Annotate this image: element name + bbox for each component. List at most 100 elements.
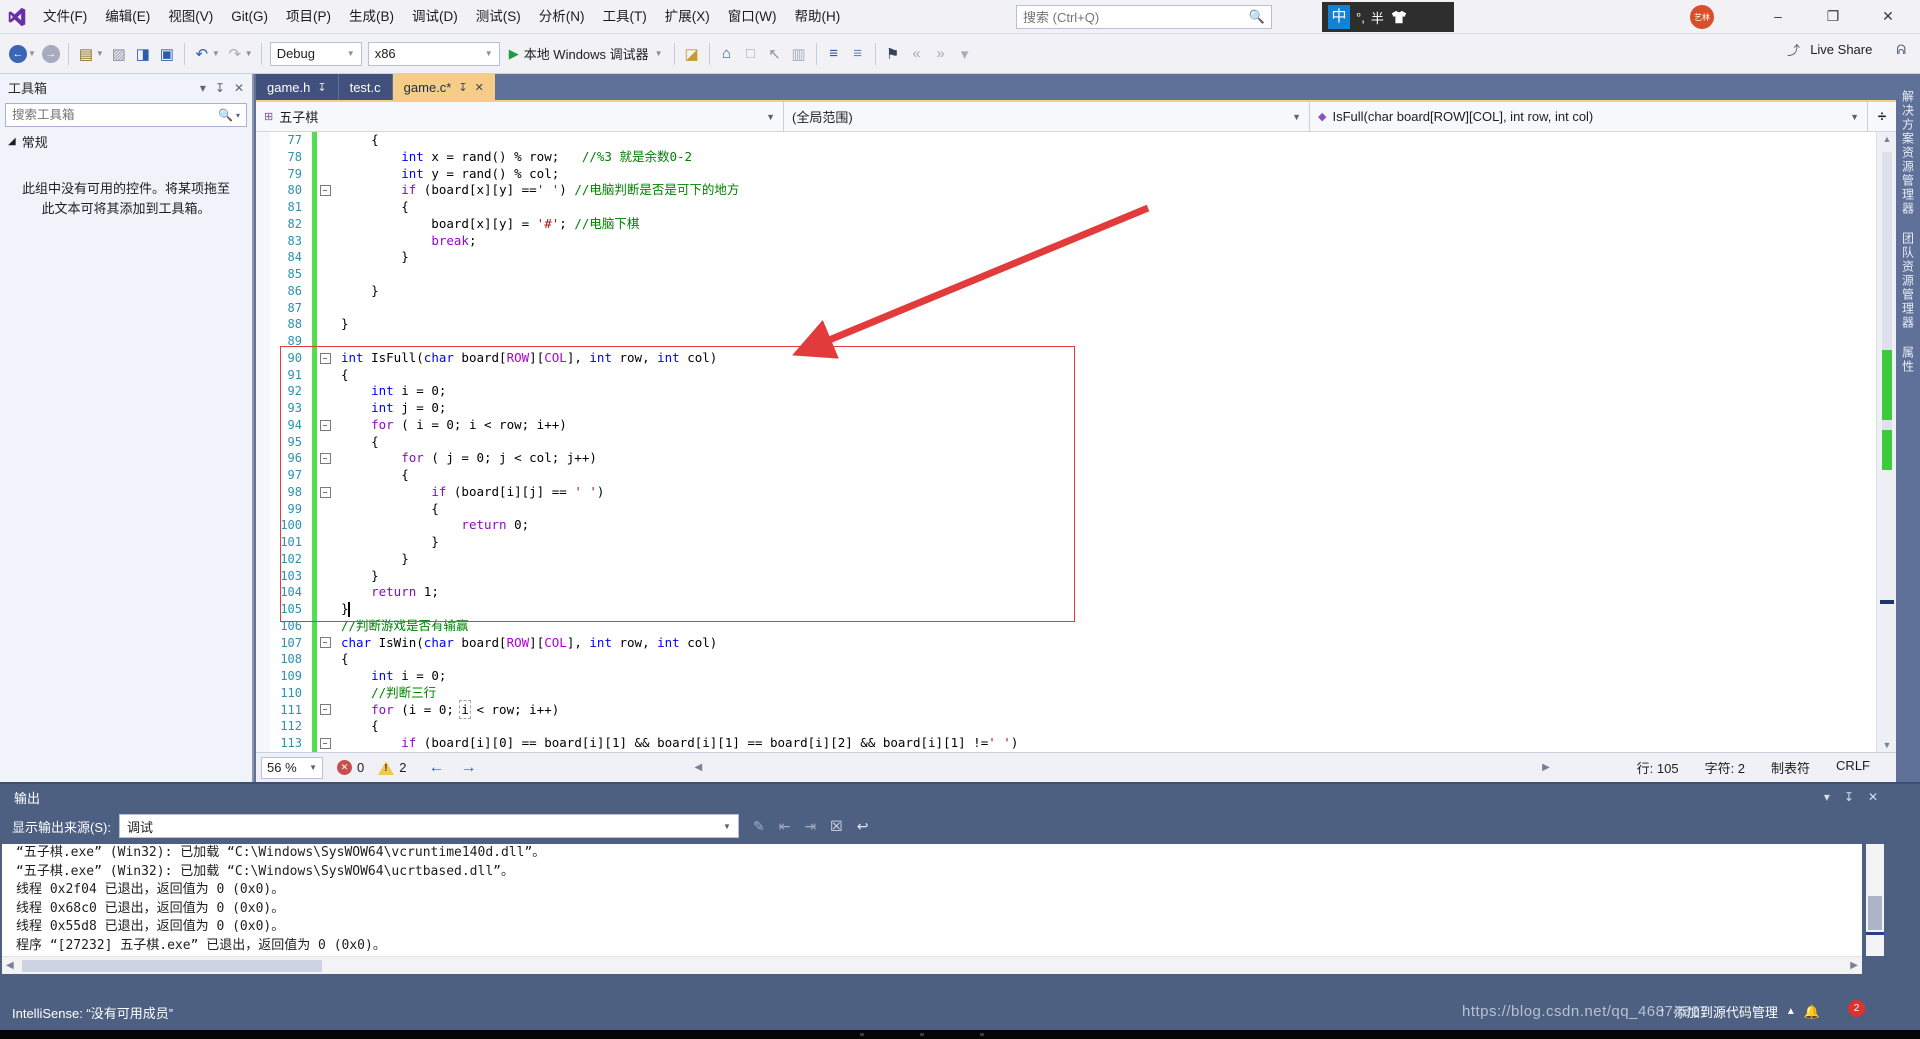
breakpoint-margin[interactable] <box>256 400 270 417</box>
breakpoint-margin[interactable] <box>256 534 270 551</box>
scrollbar-thumb[interactable] <box>22 960 322 972</box>
breakpoint-margin[interactable] <box>256 333 270 350</box>
menu-item-8[interactable]: 分析(N) <box>530 0 594 33</box>
save-all-icon[interactable]: ▣ <box>158 45 176 63</box>
breakpoint-margin[interactable] <box>256 735 270 752</box>
breakpoint-margin[interactable] <box>256 282 270 300</box>
fold-margin[interactable] <box>317 300 333 317</box>
output-close-icon[interactable]: ✕ <box>1868 790 1878 804</box>
fold-margin[interactable]: − <box>317 182 333 199</box>
platform-dropdown[interactable]: x86 ▼ <box>367 41 500 66</box>
user-avatar[interactable]: 艺林 <box>1690 5 1714 29</box>
fold-margin[interactable] <box>317 568 333 585</box>
split-editor-button[interactable]: ÷ <box>1868 102 1896 131</box>
breakpoint-margin[interactable] <box>256 366 270 384</box>
code-line-89[interactable]: 89 <box>256 333 1876 350</box>
fold-margin[interactable]: − <box>317 417 333 434</box>
code-line-85[interactable]: 85 <box>256 266 1876 283</box>
breakpoint-margin[interactable] <box>256 232 270 250</box>
code-line-111[interactable]: 111 − for (i = 0; i < row; i++) <box>256 699 1876 719</box>
member-dropdown[interactable]: ◆ IsFull(char board[ROW][COL], int row, … <box>1310 102 1868 131</box>
next-bookmark-icon[interactable]: » <box>932 45 950 62</box>
fold-margin[interactable] <box>317 434 333 451</box>
new-project-icon[interactable]: ▤ ▼ <box>77 45 104 63</box>
fold-margin[interactable] <box>317 685 333 702</box>
fold-margin[interactable] <box>317 584 333 601</box>
menu-item-3[interactable]: Git(G) <box>222 0 277 33</box>
fold-margin[interactable] <box>317 166 333 183</box>
fold-margin[interactable] <box>317 216 333 233</box>
breakpoint-margin[interactable] <box>256 567 270 585</box>
code-line-88[interactable]: 88} <box>256 316 1876 333</box>
tabs-indicator[interactable]: 制表符 <box>1771 758 1810 777</box>
code-line-102[interactable]: 102 } <box>256 550 1876 568</box>
fold-margin[interactable] <box>317 534 333 551</box>
breakpoint-margin[interactable] <box>256 617 270 635</box>
toolbox-pin-icon[interactable]: ↧ <box>215 81 225 95</box>
breakpoint-margin[interactable] <box>256 433 270 451</box>
breakpoint-margin[interactable] <box>256 651 270 668</box>
code-line-81[interactable]: 81 { <box>256 199 1876 216</box>
output-pin-icon[interactable]: ↧ <box>1844 790 1854 804</box>
toolbox-search-box[interactable]: 🔍▾ <box>5 103 247 127</box>
fold-margin[interactable]: − <box>317 735 333 752</box>
hscroll-right-icon[interactable]: ▶ <box>1850 960 1858 971</box>
breakpoint-margin[interactable] <box>256 718 270 735</box>
output-log[interactable]: “五子棋.exe” (Win32): 已加载 “C:\Windows\SysWO… <box>2 844 1862 956</box>
output-vertical-scrollbar[interactable] <box>1866 844 1884 956</box>
pin-icon[interactable]: ↧ <box>317 81 326 94</box>
hscroll-left-icon[interactable]: ◀ <box>694 762 702 773</box>
close-tab-icon[interactable]: ✕ <box>475 81 484 94</box>
notification-bell-icon[interactable]: 🔔 <box>1804 1004 1820 1020</box>
bookmark-more-icon[interactable]: ▾ <box>956 45 974 63</box>
fold-margin[interactable] <box>317 333 333 350</box>
output-source-dropdown[interactable]: 调试 ▼ <box>118 814 739 838</box>
output-horizontal-scrollbar[interactable]: ◀ ▶ <box>2 956 1862 974</box>
breakpoint-margin[interactable] <box>256 215 270 233</box>
breakpoint-margin[interactable] <box>256 266 270 283</box>
fold-margin[interactable]: − <box>317 484 333 501</box>
code-line-96[interactable]: 96 − for ( j = 0; j < col; j++) <box>256 450 1876 467</box>
fold-margin[interactable]: − <box>317 635 333 652</box>
undo-icon[interactable]: ↶ ▼ <box>193 45 220 63</box>
breakpoint-margin[interactable] <box>256 550 270 568</box>
navigate-forward-icon[interactable]: → <box>460 759 476 777</box>
toolbox-menu-chevron-icon[interactable]: ▾ <box>200 81 206 95</box>
project-dropdown[interactable]: ⊞ 五子棋 ▼ <box>256 102 784 131</box>
tool-tab-0[interactable]: 解决方案资源管理器 <box>1900 90 1917 216</box>
breakpoint-margin[interactable] <box>256 383 270 400</box>
fold-margin[interactable] <box>317 467 333 484</box>
code-line-83[interactable]: 83 break; <box>256 232 1876 250</box>
code-line-103[interactable]: 103 } <box>256 567 1876 585</box>
paste-icon[interactable]: ▥ <box>790 45 808 63</box>
warning-count[interactable]: 2 <box>399 760 406 775</box>
fold-margin[interactable] <box>317 266 333 283</box>
add-item-icon[interactable]: ▨ <box>110 45 128 63</box>
menu-item-9[interactable]: 工具(T) <box>594 0 656 33</box>
quick-search-input[interactable] <box>1023 9 1249 25</box>
breakpoint-margin[interactable] <box>256 701 270 719</box>
nav-forward-icon[interactable]: → <box>41 44 60 63</box>
fold-margin[interactable] <box>317 551 333 568</box>
eol-indicator[interactable]: CRLF <box>1836 758 1870 777</box>
code-line-110[interactable]: 110 //判断三行 <box>256 684 1876 702</box>
redo-icon[interactable]: ↷ ▼ <box>226 45 252 63</box>
folder-search-icon[interactable]: ◪ <box>683 45 701 63</box>
fold-margin[interactable] <box>317 517 333 534</box>
menu-item-5[interactable]: 生成(B) <box>340 0 403 33</box>
indent-out-icon[interactable]: ≡ <box>825 45 843 62</box>
toolbox-search-dropdown-icon[interactable]: ▾ <box>236 111 240 120</box>
collapse-icon[interactable]: − <box>319 419 331 431</box>
code-line-108[interactable]: 108 { <box>256 651 1876 668</box>
code-line-90[interactable]: 90 − int IsFull(char board[ROW][COL], int … <box>256 349 1876 367</box>
code-line-99[interactable]: 99 { <box>256 500 1876 518</box>
breakpoint-margin[interactable] <box>256 517 270 534</box>
breakpoint-margin[interactable] <box>256 601 270 618</box>
live-share-label[interactable]: Live Share <box>1810 42 1872 57</box>
code-line-98[interactable]: 98 − if (board[i][j] == ' ') <box>256 483 1876 501</box>
line-indicator[interactable]: 行: 105 <box>1637 758 1679 777</box>
output-menu-chevron-icon[interactable]: ▾ <box>1824 790 1830 804</box>
collapse-icon[interactable]: − <box>319 352 331 364</box>
column-indicator[interactable]: 字符: 2 <box>1705 758 1745 777</box>
menu-item-7[interactable]: 测试(S) <box>467 0 530 33</box>
